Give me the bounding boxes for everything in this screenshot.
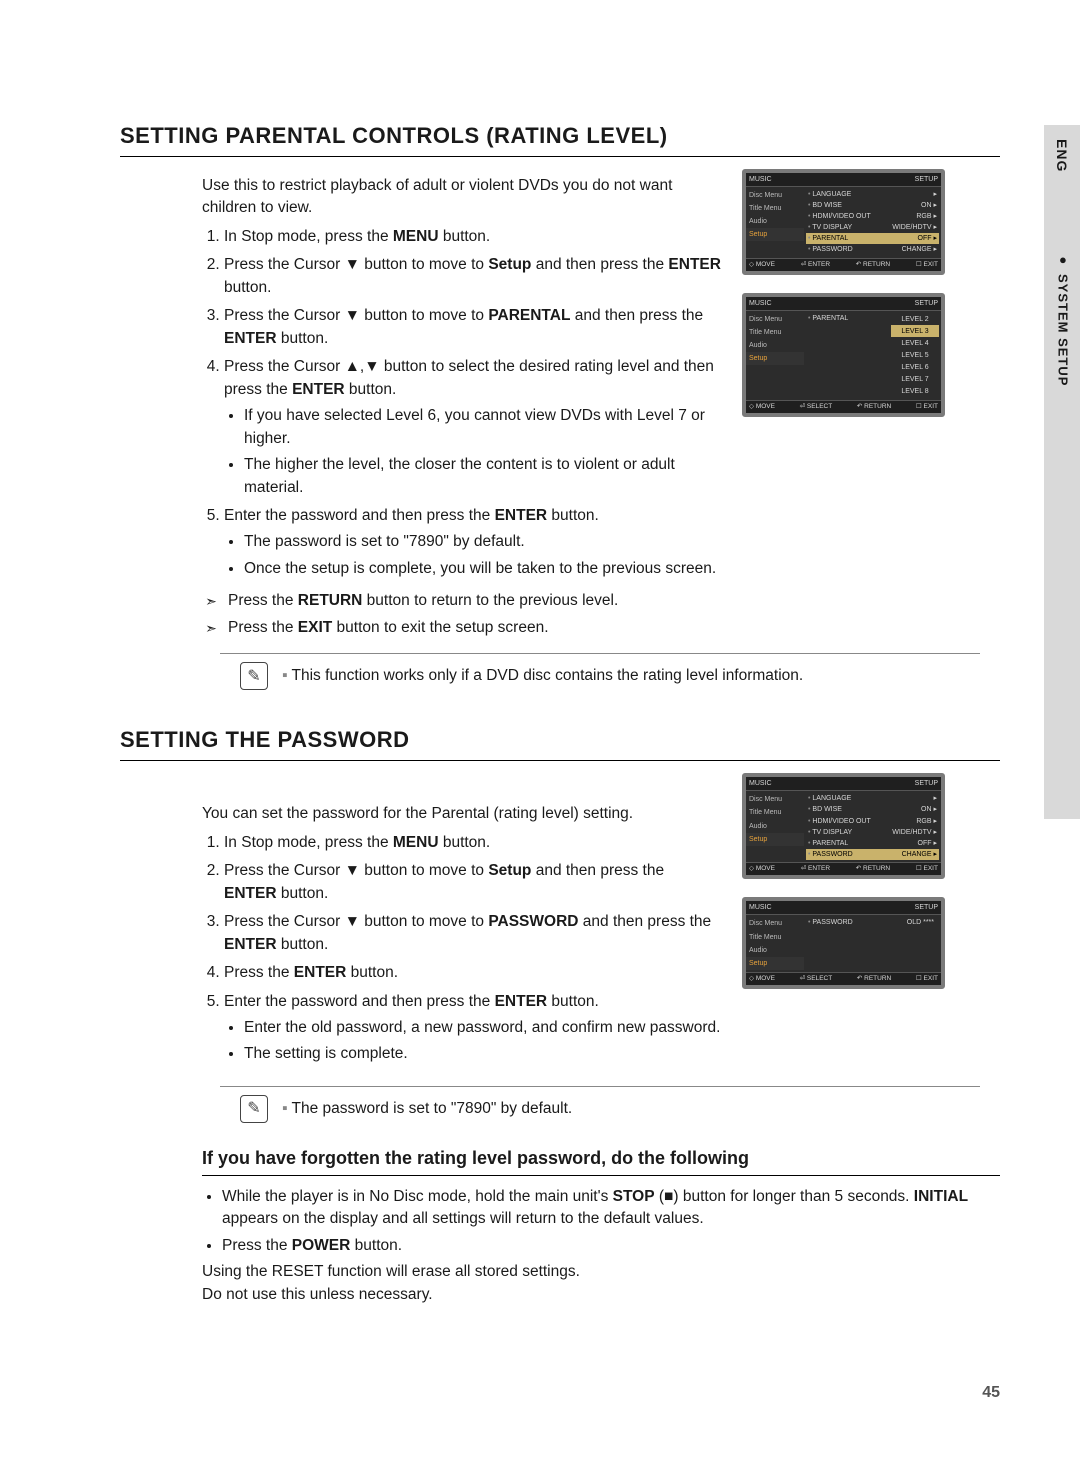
s2-step4: Press the ENTER button. xyxy=(224,962,722,984)
s3-bullet2: Press the POWER button. xyxy=(222,1235,1000,1257)
section2-steps: In Stop mode, press the MENU button. Pre… xyxy=(202,832,722,1066)
s2-step5-sub2: The setting is complete. xyxy=(244,1043,722,1065)
pointer-icon: ➣ xyxy=(202,618,220,638)
s1-step4-sub2: The higher the level, the closer the con… xyxy=(244,454,722,499)
s3-line1: Using the RESET function will erase all … xyxy=(202,1261,1000,1283)
section2-intro: You can set the password for the Parenta… xyxy=(202,803,722,825)
s1-step1: In Stop mode, press the MENU button. xyxy=(224,226,722,248)
divider xyxy=(220,653,980,654)
section1-title: SETTING PARENTAL CONTROLS (RATING LEVEL) xyxy=(120,120,1000,157)
s3-line2: Do not use this unless necessary. xyxy=(202,1284,1000,1306)
note-icon: ✎ xyxy=(240,1095,268,1123)
section3-bullets: While the player is in No Disc mode, hol… xyxy=(202,1186,1000,1257)
osd-setup-parental: MUSICSETUP Disc Menu Title Menu Audio Se… xyxy=(742,169,945,275)
s2-step5: Enter the password and then press the EN… xyxy=(224,991,722,1066)
s1-step4-sub1: If you have selected Level 6, you cannot… xyxy=(244,405,722,450)
pointer-icon: ➣ xyxy=(202,591,220,611)
s1-step4: Press the Cursor ▲,▼ button to select th… xyxy=(224,356,722,499)
osd-setup-password: MUSICSETUP Disc Menu Title Menu Audio Se… xyxy=(742,773,945,879)
divider xyxy=(220,1086,980,1087)
s1-step5: Enter the password and then press the EN… xyxy=(224,505,722,580)
section1-steps: In Stop mode, press the MENU button. Pre… xyxy=(202,226,722,581)
s1-return: ➣ Press the RETURN button to return to t… xyxy=(202,590,722,612)
section1-intro: Use this to restrict playback of adult o… xyxy=(120,175,722,220)
section2-title: SETTING THE PASSWORD xyxy=(120,724,1000,761)
osd-password-entry: MUSICSETUP Disc Menu Title Menu Audio Se… xyxy=(742,897,945,989)
s2-step1: In Stop mode, press the MENU button. xyxy=(224,832,722,854)
s3-bullet1: While the player is in No Disc mode, hol… xyxy=(222,1186,1000,1231)
section3-title: If you have forgotten the rating level p… xyxy=(202,1145,1000,1176)
s2-step5-sub1: Enter the old password, a new password, … xyxy=(244,1017,722,1039)
note-icon: ✎ xyxy=(240,662,268,690)
s1-step5-sub1: The password is set to "7890" by default… xyxy=(244,531,722,553)
osd-parental-levels: MUSICSETUP Disc Menu Title Menu Audio Se… xyxy=(742,293,945,417)
page-number: 45 xyxy=(982,1381,1000,1404)
s2-step2: Press the Cursor ▼ button to move to Set… xyxy=(224,860,722,905)
s1-step3: Press the Cursor ▼ button to move to PAR… xyxy=(224,305,722,350)
s1-exit: ➣ Press the EXIT button to exit the setu… xyxy=(202,617,722,639)
s1-note: ✎ ▪This function works only if a DVD dis… xyxy=(220,662,980,690)
s1-step5-sub2: Once the setup is complete, you will be … xyxy=(244,558,722,580)
s1-step2: Press the Cursor ▼ button to move to Set… xyxy=(224,254,722,299)
s2-note: ✎ ▪The password is set to "7890" by defa… xyxy=(220,1095,980,1123)
s2-step3: Press the Cursor ▼ button to move to PAS… xyxy=(224,911,722,956)
